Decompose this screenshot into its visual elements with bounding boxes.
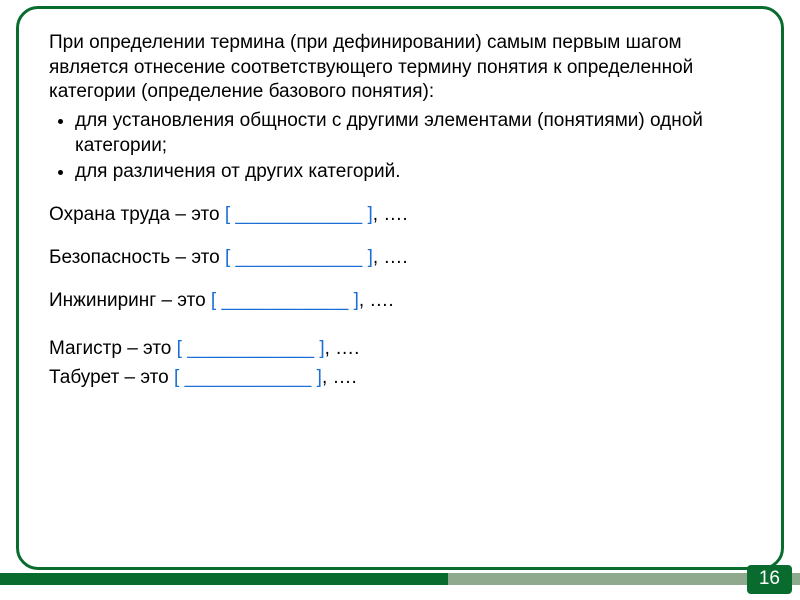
footer-progress-bar bbox=[0, 573, 800, 585]
progress-bar-fill bbox=[0, 573, 448, 585]
blank-placeholder: ____________ bbox=[230, 204, 367, 225]
intro-paragraph: При определении термина (при дефинирован… bbox=[49, 31, 751, 105]
example-suffix: , …. bbox=[325, 338, 360, 359]
blank-placeholder: ____________ bbox=[230, 247, 367, 268]
example-line: Инжиниринг – это [ ____________ ], …. bbox=[49, 289, 751, 314]
example-line: Магистр – это [ ____________ ], …. bbox=[49, 337, 409, 362]
blank-placeholder: ____________ bbox=[179, 367, 316, 388]
blank-placeholder: ____________ bbox=[182, 338, 319, 359]
blank-placeholder: ____________ bbox=[216, 290, 353, 311]
example-prefix: Охрана труда – это bbox=[49, 204, 225, 225]
example-line: Охрана труда – это [ ____________ ], …. bbox=[49, 203, 751, 228]
example-line: Безопасность – это [ ____________ ], …. bbox=[49, 246, 751, 271]
example-suffix: , …. bbox=[373, 247, 408, 268]
list-item: для различения от других категорий. bbox=[75, 160, 751, 185]
example-prefix: Инжиниринг – это bbox=[49, 290, 211, 311]
example-suffix: , …. bbox=[373, 204, 408, 225]
slide: При определении термина (при дефинирован… bbox=[0, 0, 800, 600]
page-number-badge: 16 bbox=[747, 565, 792, 594]
example-suffix: , …. bbox=[359, 290, 394, 311]
example-line: Табурет – это [ ____________ ], …. bbox=[49, 366, 409, 391]
bullet-list: для установления общности с другими элем… bbox=[49, 109, 751, 185]
example-prefix: Магистр – это bbox=[49, 338, 177, 359]
example-prefix: Табурет – это bbox=[49, 367, 174, 388]
example-suffix: , …. bbox=[322, 367, 357, 388]
example-prefix: Безопасность – это bbox=[49, 247, 225, 268]
list-item: для установления общности с другими элем… bbox=[75, 109, 751, 158]
content-frame: При определении термина (при дефинирован… bbox=[16, 6, 784, 570]
